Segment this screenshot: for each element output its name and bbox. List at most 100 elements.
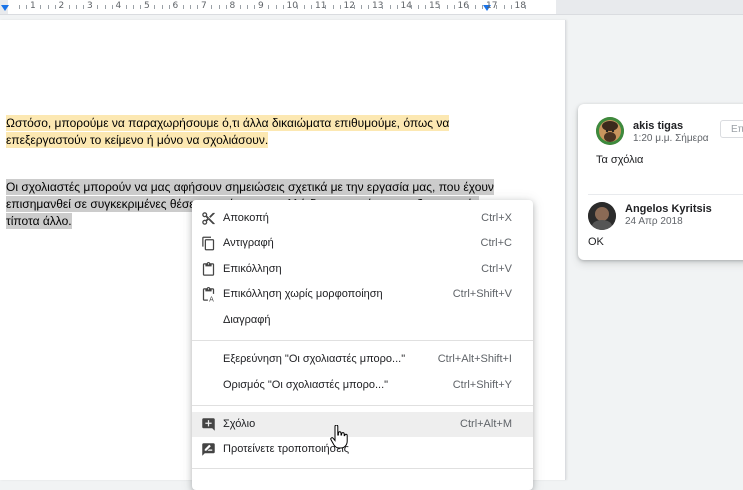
ruler-tick (239, 5, 241, 9)
ruler-tick (211, 5, 212, 9)
ruler-tick (54, 5, 56, 9)
menu-divider (192, 405, 533, 406)
add-comment-icon (201, 417, 216, 432)
ruler-tick (83, 5, 84, 9)
menu-item-shortcut: Ctrl+Shift+Y (452, 379, 512, 391)
reply-text: OK (588, 236, 604, 248)
left-indent-marker[interactable] (1, 5, 9, 11)
ruler-tick (47, 5, 49, 9)
hand-cursor-icon (330, 424, 348, 449)
avatar (596, 117, 624, 145)
menu-item-copy[interactable]: Αντιγραφή Ctrl+C (192, 231, 533, 256)
ruler-tick (154, 5, 155, 9)
ruler-tick (296, 5, 298, 9)
resolve-button[interactable]: Επ (720, 120, 743, 138)
menu-item-label: Επικόλληση (223, 263, 282, 275)
ruler-tick (68, 5, 70, 9)
ruler-tick (425, 5, 426, 9)
paste-plain-icon: A (201, 287, 216, 303)
ruler-tick (361, 5, 362, 9)
menu-item-shortcut: Ctrl+V (481, 263, 512, 275)
suggest-edits-icon (201, 442, 216, 457)
ruler-tick (503, 5, 505, 9)
menu-item-label: Επικόλληση χωρίς μορφοποίηση (223, 288, 383, 300)
menu-divider (192, 468, 533, 469)
menu-item-define[interactable]: Ορισμός "Οι σχολιαστές μπορο..." Ctrl+Sh… (192, 373, 533, 398)
ruler-tick (254, 5, 255, 9)
copy-icon (201, 236, 216, 251)
ruler-tick (282, 5, 284, 9)
ruler-number: 1 (30, 1, 36, 11)
ruler-tick (510, 5, 512, 9)
ruler-tick (182, 5, 184, 9)
ruler-tick (168, 5, 170, 9)
ruler-tick (97, 5, 98, 9)
comment-text: Τα σχόλια (596, 154, 644, 166)
ruler-tick (410, 5, 412, 9)
ruler-tick (218, 5, 220, 9)
ruler-tick (133, 5, 134, 9)
horizontal-ruler[interactable]: 1 2 3 4 5 6 7 8 9 10 11 12 13 14 15 16 17 18 (0, 0, 743, 15)
menu-item-label: Ορισμός "Οι σχολιαστές μπορο..." (223, 379, 389, 391)
ruler-tick (496, 5, 497, 9)
comment-thread[interactable]: akis tigas 1:20 μ.μ. Σήμερα Επ Τα σχόλια… (578, 104, 743, 260)
paragraph-2-line-1: Οι σχολιαστές μπορούν να μας αφήσουν σημ… (6, 179, 494, 195)
ruler-tick (275, 5, 277, 9)
scissors-icon (201, 211, 216, 226)
menu-item-label: Σχόλιο (223, 418, 256, 430)
ruler-number: 6 (172, 1, 179, 11)
menu-item-delete[interactable]: Διαγραφή (192, 308, 533, 333)
ruler-number: 3 (87, 1, 93, 11)
menu-item-paste-without-formatting[interactable]: A Επικόλληση χωρίς μορφοποίηση Ctrl+Shif… (192, 282, 533, 307)
menu-item-comment[interactable]: Σχόλιο Ctrl+Alt+M (192, 412, 533, 437)
ruler-number: 4 (115, 1, 122, 11)
paragraph-highlighted[interactable]: Ωστόσο, μπορούμε να παραχωρήσουμε ό,τι ά… (6, 115, 506, 149)
ruler-tick (475, 5, 476, 9)
ruler-number: 8 (229, 1, 236, 11)
ruler-tick (304, 5, 305, 9)
menu-divider (192, 340, 533, 341)
paragraph-2-line-3: τίποτα άλλο. (6, 213, 72, 229)
ruler-tick (353, 5, 355, 9)
comment-divider (588, 194, 743, 195)
menu-item-shortcut: Ctrl+X (481, 212, 512, 224)
reply-author: Angelos Kyritsis (625, 203, 712, 215)
ruler-number: 7 (201, 1, 207, 11)
ruler-tick (40, 5, 41, 9)
ruler-tick (125, 5, 127, 9)
ruler-tick (418, 5, 419, 9)
paragraph-1-text: Ωστόσο, μπορούμε να παραχωρήσουμε ό,τι ά… (6, 115, 450, 148)
ruler-tick (19, 5, 20, 9)
ruler-tick (225, 5, 227, 9)
menu-item-explore[interactable]: Εξερεύνηση "Οι σχολιαστές μπορο..." Ctrl… (192, 347, 533, 372)
ruler-number: 2 (58, 1, 65, 11)
ruler-tick (197, 5, 198, 9)
ruler-tick (140, 5, 141, 9)
menu-item-cut[interactable]: Αποκοπή Ctrl+X (192, 206, 533, 231)
ruler-tick (26, 5, 27, 9)
ruler-tick (368, 5, 369, 9)
menu-item-label: Διαγραφή (223, 314, 271, 326)
menu-item-label: Αντιγραφή (223, 237, 274, 249)
ruler-tick (453, 5, 455, 9)
menu-item-shortcut: Ctrl+C (480, 237, 512, 249)
menu-item-paste[interactable]: Επικόλληση Ctrl+V (192, 257, 533, 282)
menu-item-suggest-edits[interactable]: Προτείνετε τροποποιήσεις (192, 437, 533, 462)
ruler-tick (446, 5, 448, 9)
menu-item-shortcut: Ctrl+Alt+Shift+I (437, 353, 512, 365)
ruler-tick (439, 5, 440, 9)
menu-item-label: Αποκοπή (223, 212, 269, 224)
ruler-tick (104, 5, 106, 9)
menu-item-shortcut: Ctrl+Shift+V (452, 288, 512, 300)
ruler-tick (396, 5, 398, 9)
ruler-tick (190, 5, 191, 9)
ruler-tick (76, 5, 77, 9)
ruler-number: 9 (258, 1, 264, 11)
ruler-tick (524, 5, 526, 9)
ruler-tick (467, 5, 469, 9)
context-menu: Αποκοπή Ctrl+X Αντιγραφή Ctrl+C Επικόλλη… (192, 200, 533, 490)
ruler-tick (389, 5, 391, 9)
svg-text:A: A (209, 295, 214, 302)
ruler-tick (268, 5, 269, 9)
ruler-tick (247, 5, 248, 9)
